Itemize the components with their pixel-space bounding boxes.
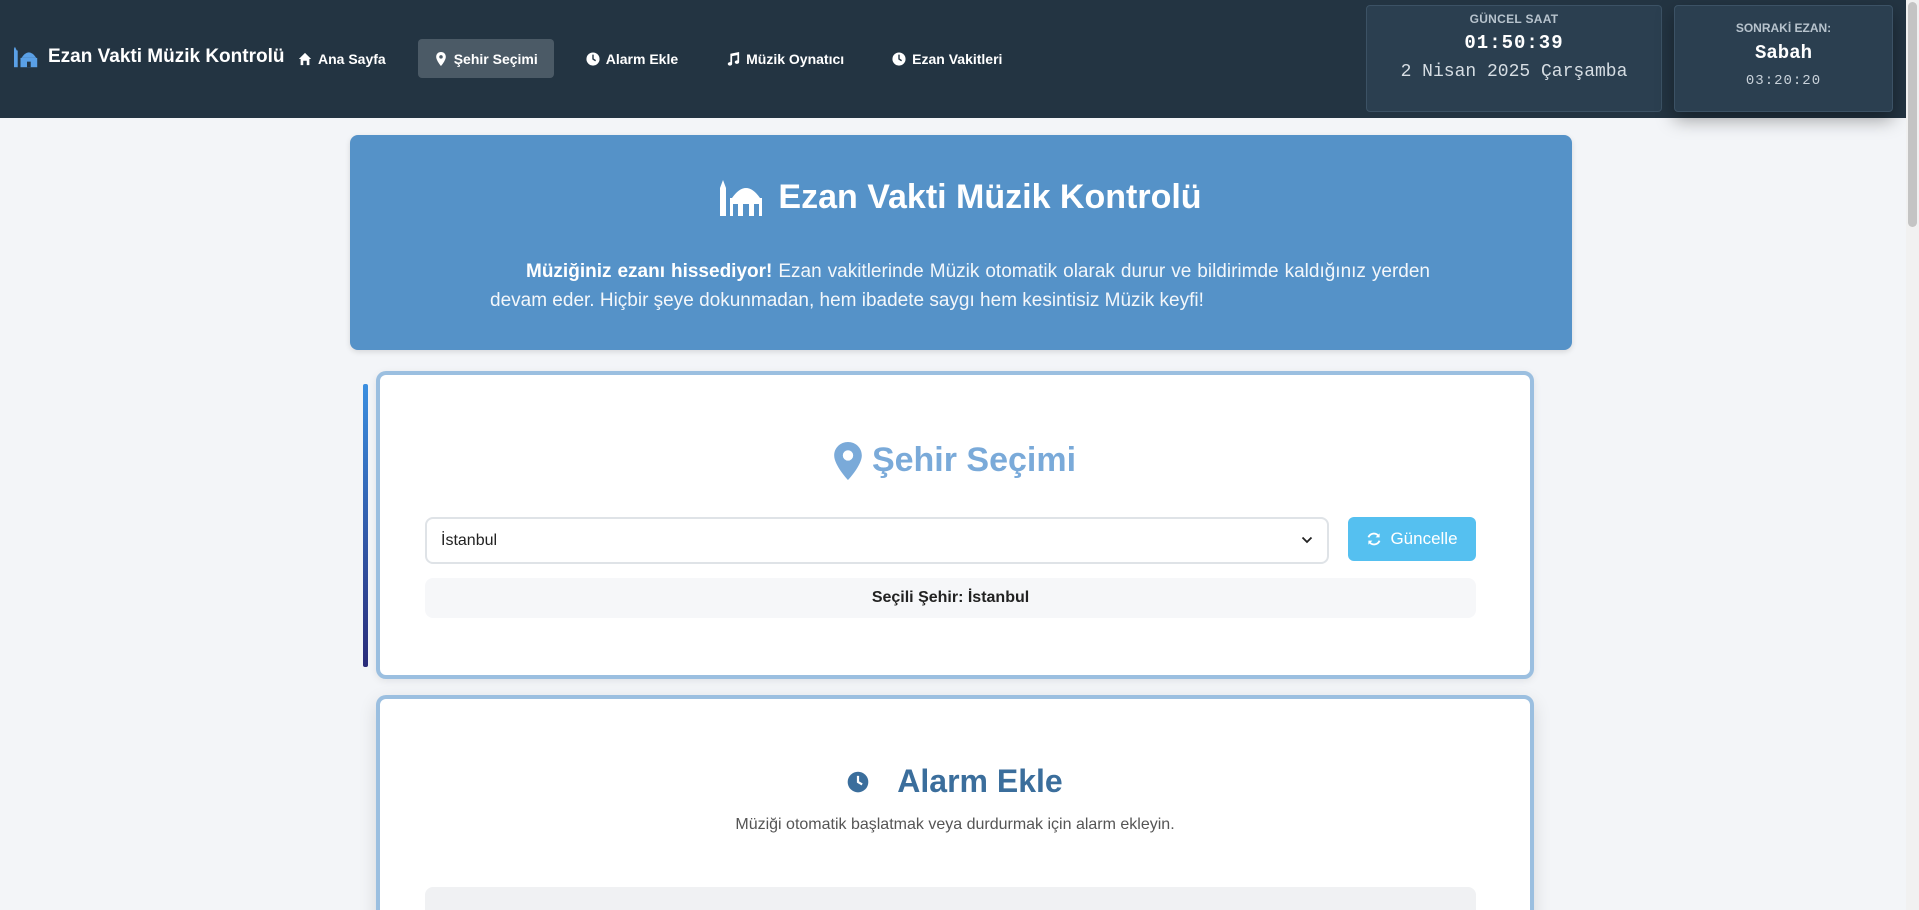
brand[interactable]: Ezan Vakti Müzik Kontrolü: [14, 46, 284, 68]
refresh-icon: [1368, 532, 1381, 546]
clock-icon: [586, 51, 600, 66]
next-prayer-countdown: 03:20:20: [1745, 73, 1822, 89]
brand-title: Ezan Vakti Müzik Kontrolü: [48, 46, 285, 67]
hero-description: Müziğiniz ezanı hissediyor! Ezan vakitle…: [490, 257, 1430, 315]
music-icon: [727, 51, 740, 66]
hero-lead: Müziğiniz ezanı hissediyor!: [526, 261, 773, 282]
add-alarm-heading: Alarm Ekle: [380, 763, 1530, 800]
current-time-panel: GÜNCEL SAAT 01:50:39 2 Nisan 2025 Çarşam…: [1366, 5, 1662, 112]
map-pin-icon: [435, 51, 446, 66]
nav-item-city-selection[interactable]: Şehir Seçimi: [417, 39, 554, 78]
city-select-value: İstanbul: [441, 531, 498, 549]
map-pin-icon: [834, 441, 862, 480]
hero-heading: Ezan Vakti Müzik Kontrolü: [350, 178, 1572, 217]
scrollbar-thumb[interactable]: [1908, 2, 1917, 227]
top-navbar: Ezan Vakti Müzik Kontrolü Ana Sayfa Şehi…: [0, 0, 1919, 118]
refresh-button[interactable]: Güncelle: [1348, 517, 1476, 561]
nav-item-home[interactable]: Ana Sayfa: [282, 39, 402, 78]
current-date: 2 Nisan 2025 Çarşamba: [1400, 62, 1628, 82]
nav-label-city-selection: Şehir Seçimi: [453, 50, 538, 67]
city-selection-heading: Şehir Seçimi: [380, 441, 1530, 480]
nav-item-music-player[interactable]: Müzik Oynatıcı: [710, 39, 860, 78]
nav-item-prayer-times[interactable]: Ezan Vakitleri: [876, 39, 1018, 78]
city-selection-title: Şehir Seçimi: [871, 441, 1077, 479]
section-accent-bar: [363, 384, 368, 667]
city-select[interactable]: İstanbul: [425, 517, 1329, 564]
mosque-icon: [14, 46, 38, 68]
add-alarm-card: Alarm Ekle Müziği otomatik başlatmak vey…: [376, 695, 1534, 910]
add-alarm-form: [425, 887, 1476, 910]
home-icon: [298, 52, 312, 65]
nav-label-prayer-times: Ezan Vakitleri: [912, 50, 1003, 67]
next-prayer-panel: SONRAKİ EZAN: Sabah 03:20:20: [1674, 5, 1893, 112]
refresh-button-label: Güncelle: [1390, 529, 1458, 548]
nav-menu: Ana Sayfa Şehir Seçimi Alarm Ekle Müzik …: [282, 39, 1034, 78]
hero-title: Ezan Vakti Müzik Kontrolü: [778, 178, 1202, 216]
current-time: 01:50:39: [1464, 32, 1564, 54]
next-prayer-name: Sabah: [1754, 42, 1812, 64]
next-prayer-label: SONRAKİ EZAN:: [1735, 21, 1832, 35]
selected-city-display: Seçili Şehir: İstanbul: [425, 578, 1476, 618]
page-scrollbar[interactable]: [1906, 0, 1919, 910]
chevron-down-icon: [1301, 536, 1313, 544]
mosque-icon: [720, 179, 763, 216]
nav-item-add-alarm[interactable]: Alarm Ekle: [570, 39, 694, 78]
nav-label-home: Ana Sayfa: [318, 50, 386, 67]
nav-label-add-alarm: Alarm Ekle: [605, 50, 679, 67]
add-alarm-title: Alarm Ekle: [897, 763, 1063, 799]
current-time-label: GÜNCEL SAAT: [1469, 12, 1559, 26]
clock-icon: [892, 51, 906, 66]
clock-icon: [847, 771, 869, 792]
add-alarm-description: Müziği otomatik başlatmak veya durdurmak…: [735, 816, 1175, 833]
nav-label-music-player: Müzik Oynatıcı: [746, 50, 845, 67]
hero-banner: Ezan Vakti Müzik Kontrolü Müziğiniz ezan…: [350, 135, 1572, 350]
city-selection-card: Şehir Seçimi İstanbul Güncelle Seçili Şe…: [376, 371, 1534, 679]
